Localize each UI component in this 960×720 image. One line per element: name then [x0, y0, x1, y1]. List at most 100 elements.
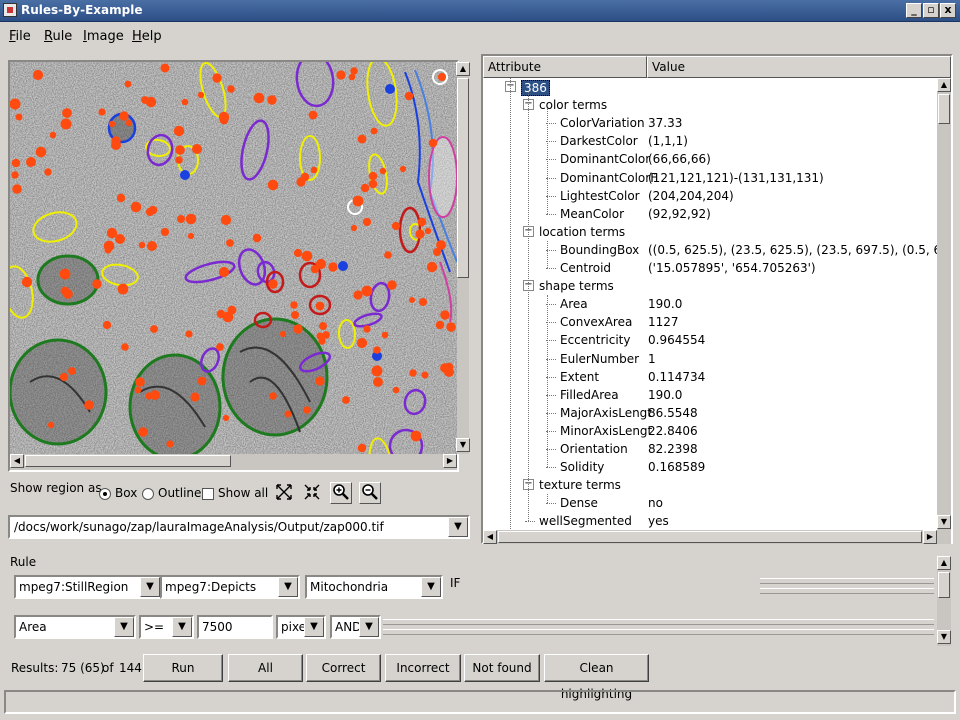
- vesicle-dot[interactable]: [252, 233, 262, 243]
- vesicle-dot[interactable]: [368, 171, 378, 181]
- scroll-right-icon[interactable]: ▶: [923, 530, 937, 544]
- scroll-thumb[interactable]: [498, 531, 922, 543]
- tree-row[interactable]: Centroid ('15.057895', '654.705263'): [483, 259, 937, 277]
- vesicle-dot[interactable]: [59, 268, 71, 280]
- attribute-select[interactable]: Area ▼: [14, 615, 136, 639]
- chevron-down-icon[interactable]: ▼: [278, 577, 298, 597]
- vesicle-dot[interactable]: [319, 322, 327, 330]
- vesicle-dot[interactable]: [138, 427, 148, 437]
- vesicle-dot[interactable]: [268, 279, 278, 289]
- vesicle-dot[interactable]: [440, 310, 450, 320]
- vesicle-dot[interactable]: [216, 343, 224, 351]
- vesicle-dot[interactable]: [62, 108, 72, 118]
- vesicle-dot[interactable]: [399, 165, 407, 173]
- scroll-thumb[interactable]: [25, 455, 231, 467]
- tree-row[interactable]: DarkestColor (1,1,1): [483, 132, 937, 150]
- correct-button[interactable]: Correct: [306, 654, 381, 682]
- vesicle-dot[interactable]: [373, 346, 381, 354]
- pink-region[interactable]: [428, 136, 457, 218]
- scroll-down-icon[interactable]: ▼: [937, 515, 951, 529]
- vesicle-dot[interactable]: [104, 246, 112, 254]
- tree-row[interactable]: − color terms: [483, 96, 937, 114]
- vesicle-dot[interactable]: [267, 95, 277, 105]
- tree-row[interactable]: −386: [483, 78, 937, 96]
- vesicle-dot[interactable]: [381, 331, 389, 339]
- tree-row[interactable]: − location terms: [483, 223, 937, 241]
- vesicle-dot[interactable]: [197, 376, 207, 386]
- vesicle-dot[interactable]: [253, 92, 265, 104]
- chevron-down-icon[interactable]: ▼: [304, 617, 324, 637]
- vesicle-dot[interactable]: [125, 119, 133, 127]
- fit-icon[interactable]: [273, 482, 295, 504]
- menu-rule[interactable]: Rule: [44, 29, 72, 44]
- tree-row[interactable]: BoundingBox ((0.5, 625.5), (23.5, 625.5),…: [483, 241, 937, 259]
- box-radio[interactable]: [99, 488, 111, 500]
- vesicle-dot[interactable]: [336, 70, 346, 80]
- vesicle-dot[interactable]: [291, 311, 299, 319]
- minimize-button[interactable]: _: [906, 3, 922, 18]
- vesicle-dot[interactable]: [185, 213, 197, 225]
- value-input[interactable]: 7500: [197, 615, 273, 639]
- vesicle-dot[interactable]: [315, 301, 325, 311]
- vesicle-dot[interactable]: [392, 386, 400, 394]
- show-all-checkbox[interactable]: [202, 488, 214, 500]
- value-column-header[interactable]: Value: [647, 56, 951, 78]
- tree-row[interactable]: MinorAxisLengt 22.8406: [483, 422, 937, 440]
- vesicle-dot[interactable]: [328, 262, 338, 272]
- vesicle-dot[interactable]: [350, 224, 358, 232]
- vesicle-dot[interactable]: [173, 125, 185, 137]
- blue-dot[interactable]: [385, 84, 395, 94]
- vesicle-dot[interactable]: [150, 325, 158, 333]
- vesicle-dot[interactable]: [141, 96, 149, 104]
- vesicle-dot[interactable]: [134, 386, 142, 394]
- vesicle-dot[interactable]: [269, 392, 277, 400]
- scroll-thumb[interactable]: [938, 94, 950, 124]
- outline-radio-label[interactable]: Outline: [158, 486, 201, 500]
- menu-image[interactable]: Image: [83, 29, 124, 44]
- image-path-combo[interactable]: /docs/work/sunago/zap/lauraImageAnalysis…: [8, 515, 470, 539]
- vesicle-dot[interactable]: [310, 166, 318, 174]
- blue-dot[interactable]: [180, 170, 190, 180]
- microscopy-image[interactable]: [10, 62, 457, 454]
- vesicle-dot[interactable]: [368, 179, 378, 189]
- vesicle-dot[interactable]: [175, 145, 185, 155]
- tree-row[interactable]: Orientation 82.2398: [483, 440, 937, 458]
- scroll-down-icon[interactable]: ▼: [456, 438, 470, 452]
- blue-dot[interactable]: [338, 261, 348, 271]
- vesicle-dot[interactable]: [135, 377, 145, 387]
- vesicle-dot[interactable]: [26, 157, 36, 167]
- vesicle-dot[interactable]: [308, 110, 318, 120]
- vesicle-dot[interactable]: [216, 309, 226, 319]
- vesicle-dot[interactable]: [130, 201, 142, 213]
- vesicle-dot[interactable]: [361, 285, 373, 297]
- vesicle-dot[interactable]: [11, 158, 21, 168]
- mitochondrion-region[interactable]: [221, 317, 329, 437]
- vesicle-dot[interactable]: [166, 440, 174, 448]
- chevron-down-icon[interactable]: ▼: [140, 577, 160, 597]
- vesicle-dot[interactable]: [362, 217, 372, 227]
- vesicle-dot[interactable]: [192, 144, 202, 154]
- scroll-thumb[interactable]: [938, 572, 950, 598]
- scroll-left-icon[interactable]: ◀: [10, 454, 24, 468]
- vesicle-dot[interactable]: [348, 73, 356, 81]
- vesicle-dot[interactable]: [219, 115, 229, 125]
- vesicle-dot[interactable]: [438, 73, 446, 81]
- vesicle-dot[interactable]: [350, 67, 358, 75]
- zoom-out-icon[interactable]: [359, 482, 381, 504]
- vesicle-dot[interactable]: [108, 120, 116, 128]
- tree-row[interactable]: MeanColor (92,92,92): [483, 205, 937, 223]
- vesicle-dot[interactable]: [428, 138, 438, 148]
- vesicle-dot[interactable]: [310, 264, 320, 274]
- vesicle-dot[interactable]: [175, 156, 183, 164]
- vesicle-dot[interactable]: [415, 229, 425, 239]
- vesicle-dot[interactable]: [391, 221, 401, 231]
- attribute-column-header[interactable]: Attribute: [483, 56, 647, 78]
- vesicle-dot[interactable]: [197, 91, 205, 99]
- vesicle-dot[interactable]: [84, 400, 94, 410]
- vesicle-dot[interactable]: [98, 108, 106, 116]
- vesicle-dot[interactable]: [446, 322, 456, 332]
- tree-row[interactable]: DominantColorF (121,121,121)-(131,131,131…: [483, 169, 937, 187]
- vesicle-dot[interactable]: [409, 297, 415, 303]
- close-button[interactable]: x: [940, 3, 956, 18]
- vesicle-dot[interactable]: [32, 69, 44, 81]
